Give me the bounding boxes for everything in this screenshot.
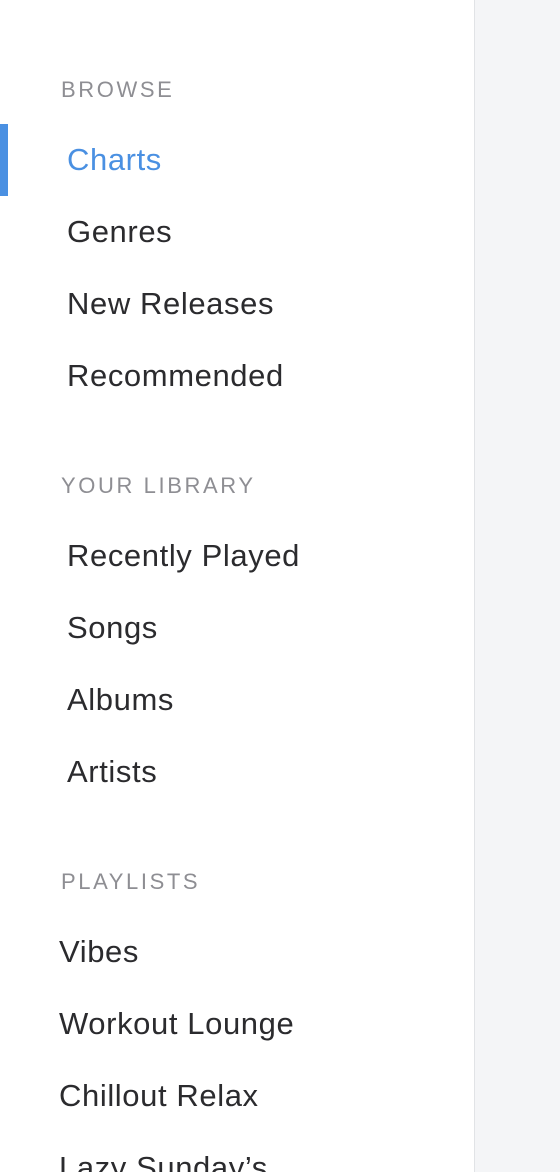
sidebar-item-label: Songs [67, 610, 158, 645]
sidebar-item-label: Albums [67, 682, 174, 717]
sidebar-item-artists[interactable]: Artists [0, 736, 474, 808]
sidebar-item-label: Recently Played [67, 538, 301, 573]
sidebar-item-new-releases[interactable]: New Releases [0, 268, 474, 340]
sidebar-item-songs[interactable]: Songs [0, 592, 474, 664]
app-window: BROWSE Charts Genres New Releases Recomm… [0, 0, 560, 1172]
playlists-heading: PLAYLISTS [61, 869, 201, 894]
sidebar-item-albums[interactable]: Albums [0, 664, 474, 736]
sidebar-item-recommended[interactable]: Recommended [0, 340, 474, 412]
playlist-item-label: Workout Lounge [59, 1006, 295, 1041]
playlist-item-chillout-relax[interactable]: Chillout Relax [0, 1060, 474, 1132]
sidebar-item-label: New Releases [67, 286, 275, 321]
sidebar-item-label: Recommended [67, 358, 284, 393]
sidebar: BROWSE Charts Genres New Releases Recomm… [0, 0, 475, 1172]
playlist-item-workout-lounge[interactable]: Workout Lounge [0, 988, 474, 1060]
sidebar-item-label: Genres [67, 214, 173, 249]
sidebar-item-label: Artists [67, 754, 158, 789]
sidebar-item-genres[interactable]: Genres [0, 196, 474, 268]
playlist-item-lazy-sundays[interactable]: Lazy Sunday’s [0, 1132, 474, 1172]
sidebar-item-recently-played[interactable]: Recently Played [0, 520, 474, 592]
playlist-item-label: Chillout Relax [59, 1078, 259, 1113]
active-indicator [0, 124, 8, 196]
library-heading: YOUR LIBRARY [61, 473, 256, 498]
playlist-item-label: Vibes [59, 934, 139, 969]
playlist-item-vibes[interactable]: Vibes [0, 916, 474, 988]
sidebar-item-charts[interactable]: Charts [0, 124, 474, 196]
playlist-item-label: Lazy Sunday’s [59, 1150, 268, 1172]
sidebar-item-label: Charts [67, 142, 162, 177]
main-content-area [475, 0, 560, 1172]
browse-heading: BROWSE [61, 77, 175, 102]
